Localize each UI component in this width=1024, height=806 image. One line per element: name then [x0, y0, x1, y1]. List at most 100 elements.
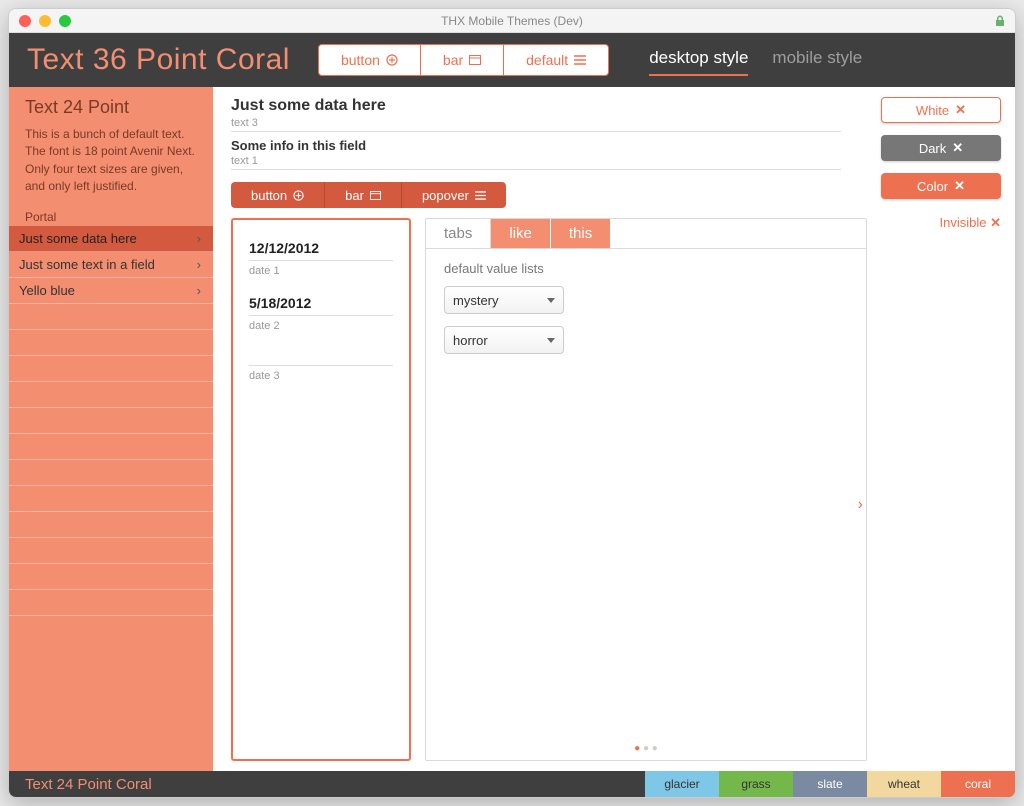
- list-icon: [574, 55, 586, 65]
- window-title: THX Mobile Themes (Dev): [9, 14, 1015, 28]
- date-value: 12/12/2012: [249, 240, 393, 261]
- segmented-control-white: button bar default: [318, 44, 609, 76]
- seg-default[interactable]: default: [504, 45, 608, 75]
- seg-button[interactable]: button: [319, 45, 421, 75]
- portal-row-label: Just some data here: [19, 231, 137, 246]
- date-value: [249, 350, 393, 366]
- swatch-grass[interactable]: grass: [719, 771, 793, 797]
- oseg-button[interactable]: button: [231, 182, 325, 208]
- portal-row-empty: [9, 486, 213, 512]
- date-field-1[interactable]: 12/12/2012 date 1: [249, 240, 393, 277]
- list-icon: [475, 191, 486, 200]
- field-info-value: Some info in this field: [231, 138, 841, 153]
- select-value: mystery: [453, 293, 499, 308]
- swatch-slate[interactable]: slate: [793, 771, 867, 797]
- seg-bar[interactable]: bar: [421, 45, 504, 75]
- sidebar: Text 24 Point This is a bunch of default…: [9, 87, 213, 771]
- portal-row-empty: [9, 330, 213, 356]
- x-icon: ✕: [990, 215, 1001, 230]
- page-title: Text 36 Point Coral: [27, 43, 290, 77]
- tab-mobile-style[interactable]: mobile style: [772, 44, 862, 76]
- body: Text 24 Point This is a bunch of default…: [9, 87, 1015, 771]
- plus-circle-icon: [386, 54, 398, 66]
- main: Just some data here text 3 Some info in …: [213, 87, 1015, 771]
- portal-row-empty: [9, 564, 213, 590]
- oseg-button-label: button: [251, 188, 287, 203]
- segmented-control-orange: button bar popover: [231, 182, 867, 208]
- portal-row-2[interactable]: Yello blue ›: [9, 278, 213, 304]
- header: Text 36 Point Coral button bar default: [9, 33, 1015, 87]
- swatch-coral[interactable]: coral: [941, 771, 1015, 797]
- select-mystery[interactable]: mystery: [444, 286, 564, 314]
- seg-bar-label: bar: [443, 52, 463, 68]
- sidebar-body-text: This is a bunch of default text. The fon…: [25, 126, 197, 196]
- footer: Text 24 Point Coral glacier grass slate …: [9, 771, 1015, 797]
- lock-icon: [995, 15, 1005, 27]
- style-tabs: desktop style mobile style: [649, 44, 862, 76]
- pill-white[interactable]: White ✕: [881, 97, 1001, 123]
- center-column: Just some data here text 3 Some info in …: [231, 97, 867, 761]
- window-icon: [469, 55, 481, 65]
- footer-title: Text 24 Point Coral: [9, 771, 152, 797]
- pill-label: Invisible: [940, 215, 987, 230]
- date-field-2[interactable]: 5/18/2012 date 2: [249, 295, 393, 332]
- tab-desktop-style[interactable]: desktop style: [649, 44, 748, 76]
- pill-dark[interactable]: Dark ✕: [881, 135, 1001, 161]
- portal-row-0[interactable]: Just some data here ›: [9, 226, 213, 252]
- date-field-3[interactable]: date 3: [249, 350, 393, 382]
- swatches: glacier grass slate wheat coral: [645, 771, 1015, 797]
- portal-row-empty: [9, 382, 213, 408]
- window-icon: [370, 191, 381, 200]
- portal-list: Just some data here › Just some text in …: [9, 226, 213, 616]
- portal-row-empty: [9, 460, 213, 486]
- portal-row-empty: [9, 356, 213, 382]
- portal-row-label: Yello blue: [19, 283, 75, 298]
- pill-color[interactable]: Color ✕: [881, 173, 1001, 199]
- portal-row-empty: [9, 408, 213, 434]
- tab-like[interactable]: like: [491, 219, 551, 248]
- pill-label: White: [916, 103, 949, 118]
- swatch-glacier[interactable]: glacier: [645, 771, 719, 797]
- portal-row-empty: [9, 590, 213, 616]
- close-icon[interactable]: [19, 15, 31, 27]
- sidebar-title: Text 24 Point: [25, 97, 197, 118]
- oseg-bar[interactable]: bar: [325, 182, 402, 208]
- oseg-bar-label: bar: [345, 188, 364, 203]
- portal-row-label: Just some text in a field: [19, 257, 155, 272]
- field-data-label: text 3: [231, 117, 841, 129]
- select-value: horror: [453, 333, 488, 348]
- chevron-right-icon: ›: [197, 283, 201, 298]
- x-icon: ✕: [954, 178, 965, 194]
- portal-row-empty: [9, 304, 213, 330]
- swatch-wheat[interactable]: wheat: [867, 771, 941, 797]
- x-icon: ✕: [952, 140, 963, 156]
- tab-panel: tabs like this default value lists myste…: [425, 218, 867, 761]
- tab-body: default value lists mystery horror: [426, 249, 866, 760]
- right-column: White ✕ Dark ✕ Color ✕ Invisible ✕: [881, 97, 1001, 761]
- chevron-right-icon[interactable]: ›: [852, 490, 869, 520]
- date-label: date 3: [249, 370, 393, 382]
- oseg-popover-label: popover: [422, 188, 469, 203]
- field-info[interactable]: Some info in this field text 1: [231, 138, 841, 170]
- date-label: date 1: [249, 265, 393, 277]
- portal-row-empty: [9, 538, 213, 564]
- titlebar: THX Mobile Themes (Dev): [9, 9, 1015, 33]
- tab-body-label: default value lists: [444, 261, 544, 276]
- traffic-lights: [19, 15, 71, 27]
- chevron-right-icon: ›: [197, 231, 201, 246]
- select-horror[interactable]: horror: [444, 326, 564, 354]
- tab-this[interactable]: this: [551, 219, 611, 248]
- portal-row-1[interactable]: Just some text in a field ›: [9, 252, 213, 278]
- pill-invisible[interactable]: Invisible ✕: [881, 215, 1001, 231]
- sidebar-section-label: Portal: [9, 206, 213, 226]
- portal-row-empty: [9, 512, 213, 538]
- tab-strip: tabs like this: [426, 219, 866, 249]
- tab-tabs[interactable]: tabs: [426, 219, 491, 248]
- minimize-icon[interactable]: [39, 15, 51, 27]
- field-data[interactable]: Just some data here text 3: [231, 97, 841, 132]
- zoom-icon[interactable]: [59, 15, 71, 27]
- oseg-popover[interactable]: popover: [402, 182, 506, 208]
- seg-default-label: default: [526, 52, 568, 68]
- app-window: THX Mobile Themes (Dev) Text 36 Point Co…: [8, 8, 1016, 798]
- x-icon: ✕: [955, 102, 966, 118]
